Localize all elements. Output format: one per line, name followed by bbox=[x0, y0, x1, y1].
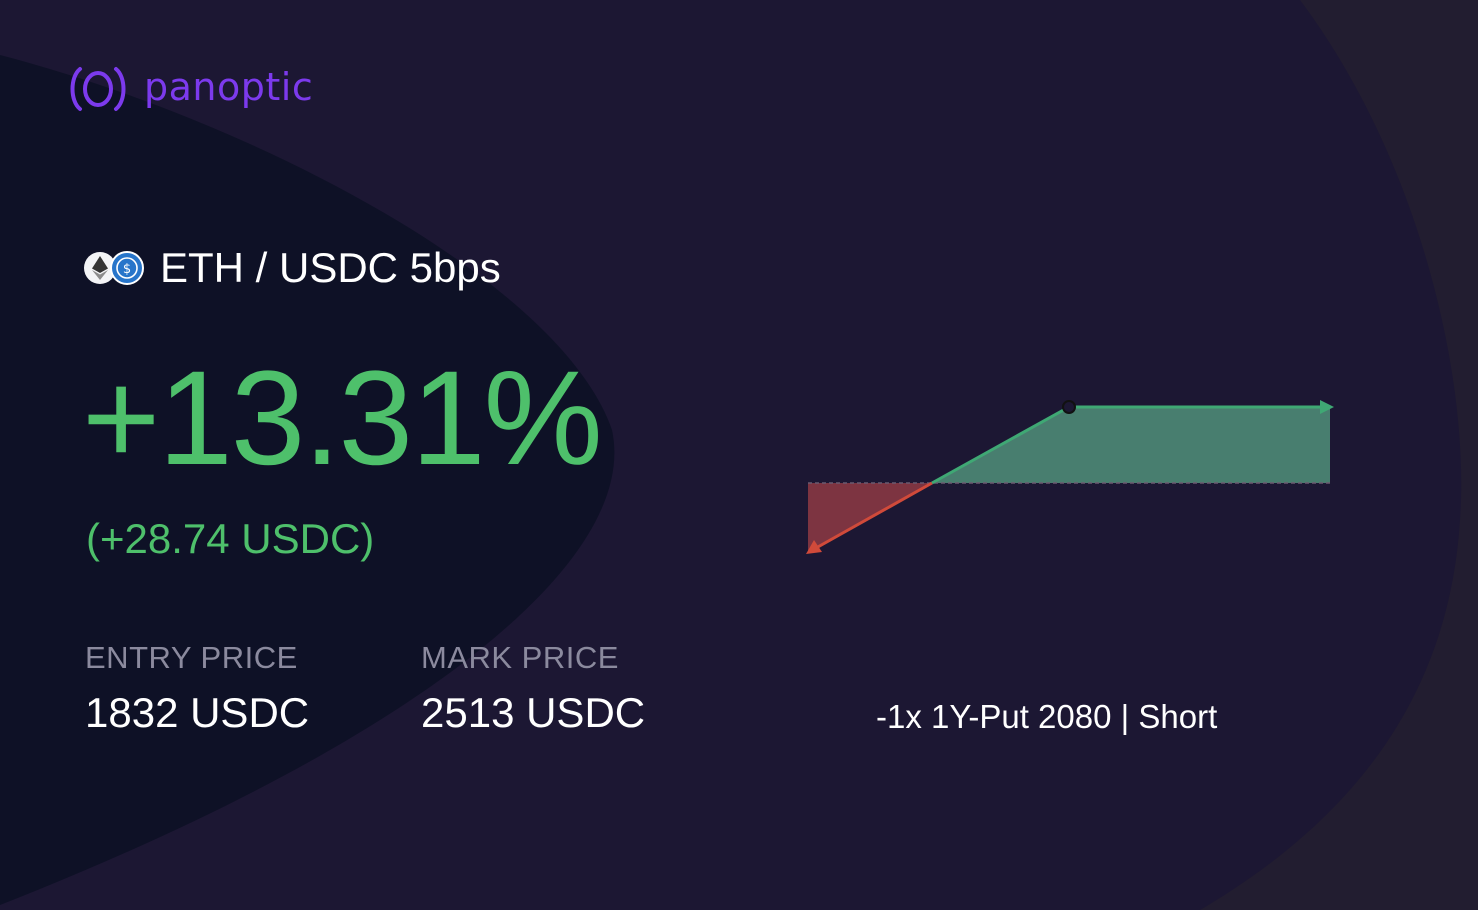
pnl-amount: (+28.74 USDC) bbox=[86, 515, 375, 562]
payoff-diagram bbox=[806, 400, 1334, 554]
token-icons: $ bbox=[84, 248, 148, 288]
mark-price-value: 2513 USDC bbox=[421, 689, 646, 736]
panoptic-logo: panoptic bbox=[66, 62, 313, 116]
svg-text:$: $ bbox=[123, 262, 131, 277]
entry-price-label: ENTRY PRICE bbox=[85, 640, 298, 675]
profit-region bbox=[932, 407, 1330, 483]
share-card: panoptic $ ETH / USDC 5bps +13.31% (+28.… bbox=[0, 0, 1478, 910]
panoptic-wordmark: panoptic bbox=[144, 65, 314, 109]
usdc-token-icon: $ bbox=[110, 251, 144, 285]
mark-price-label: MARK PRICE bbox=[421, 640, 619, 675]
strike-marker bbox=[1062, 400, 1076, 414]
panoptic-logo-icon bbox=[70, 67, 126, 111]
pool-pair: $ ETH / USDC 5bps bbox=[84, 240, 501, 296]
entry-price-value: 1832 USDC bbox=[85, 689, 310, 736]
pnl-percent: +13.31% bbox=[82, 344, 603, 493]
pool-pair-label: ETH / USDC 5bps bbox=[160, 244, 501, 291]
position-description: -1x 1Y-Put 2080 | Short bbox=[876, 698, 1218, 735]
